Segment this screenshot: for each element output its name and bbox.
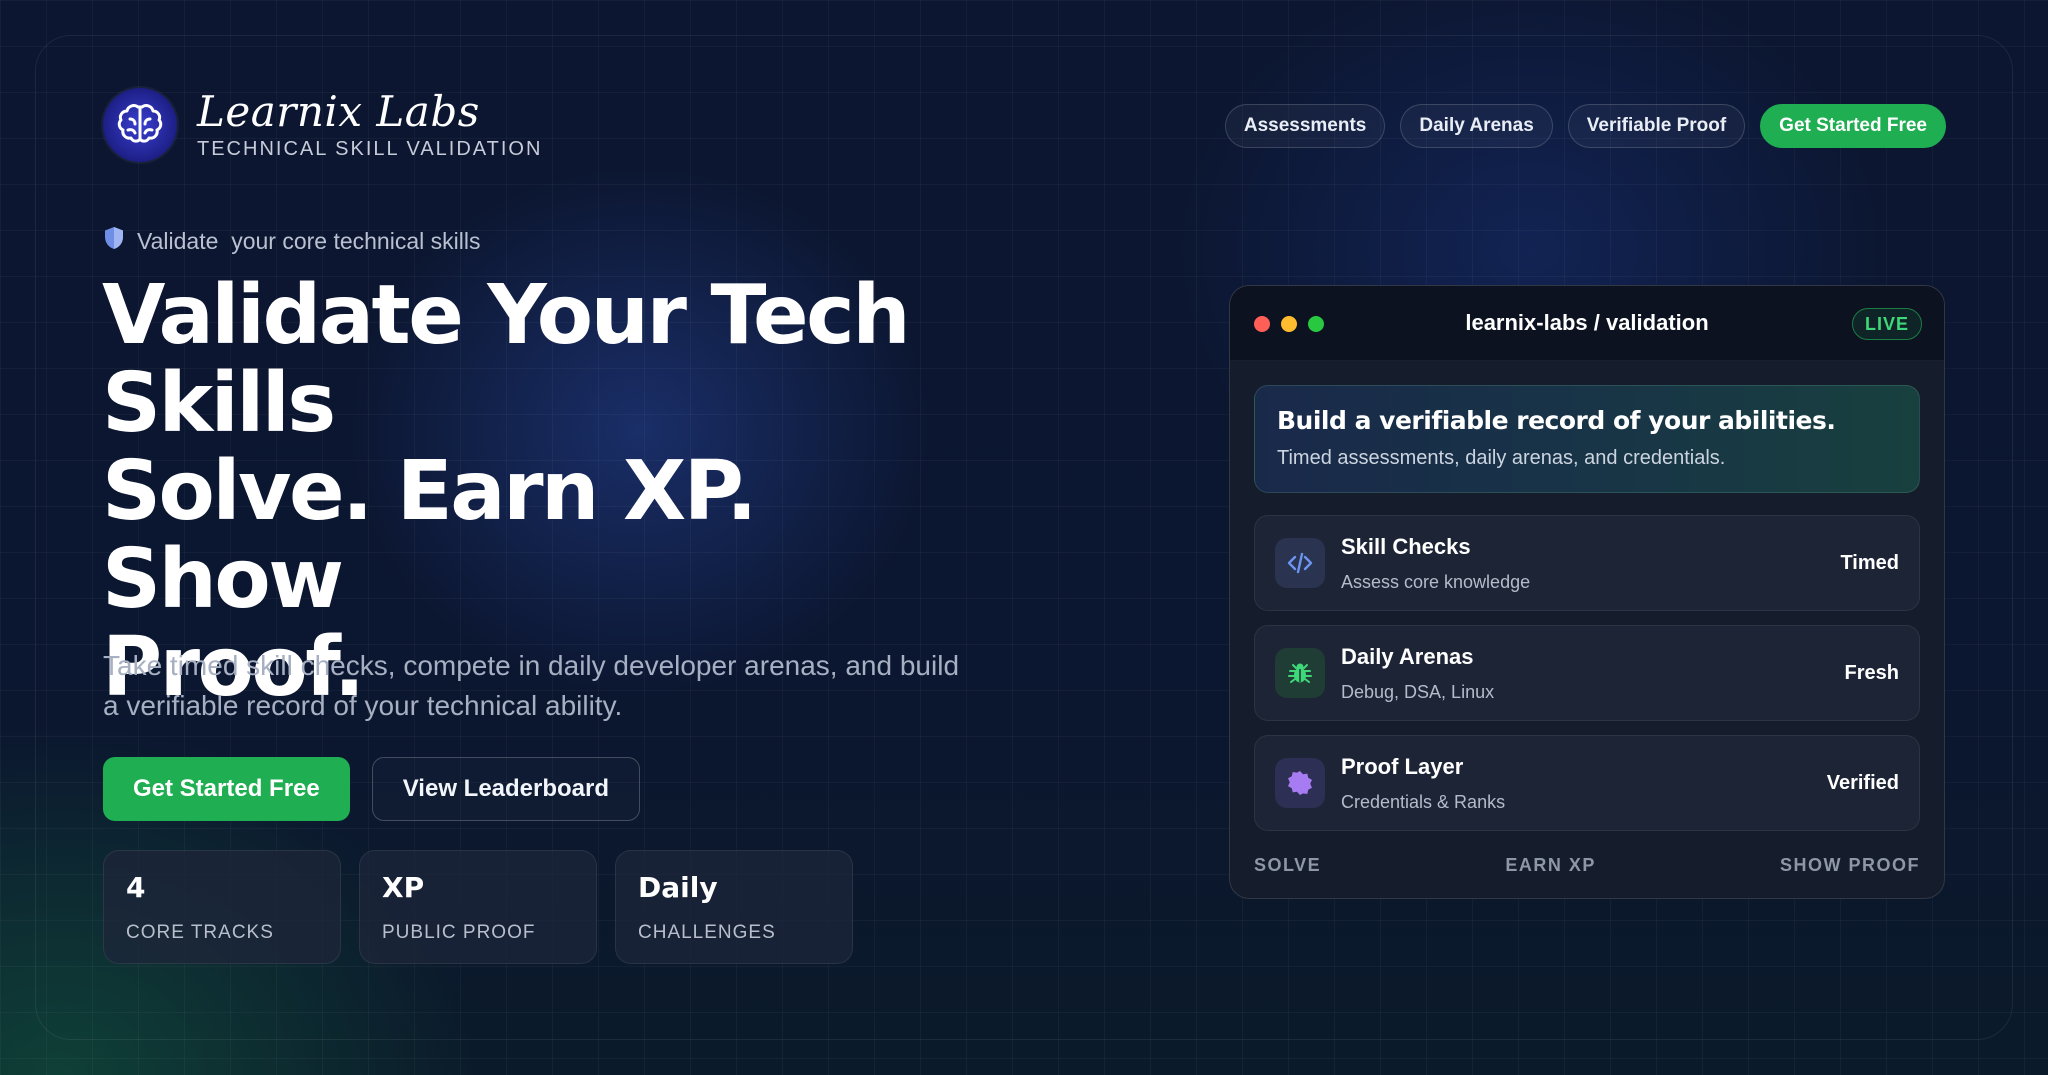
banner-subtitle: Timed assessments, daily arenas, and cre…	[1277, 447, 1726, 469]
brand-name: Learnix Labs	[197, 86, 480, 136]
stat-label: CORE TRACKS	[126, 922, 274, 943]
feature-title: Proof Layer	[1341, 753, 1464, 779]
brand[interactable]: Learnix Labs TECHNICAL SKILL VALIDATION	[103, 88, 542, 162]
validation-window: learnix-labs / validation LIVE Build a v…	[1229, 285, 1945, 899]
nav-verifiable-proof[interactable]: Verifiable Proof	[1567, 104, 1746, 148]
feature-subtitle: Assess core knowledge	[1341, 571, 1531, 592]
top-nav: Assessments Daily Arenas Verifiable Proo…	[1224, 104, 1946, 148]
shield-icon	[103, 226, 125, 256]
hero-title-line: Skills	[102, 356, 336, 451]
view-leaderboard-button[interactable]: View Leaderboard	[371, 757, 641, 821]
window-title: learnix-labs / validation	[1465, 310, 1709, 335]
stat-value: Daily	[638, 871, 718, 904]
hero-cta-row: Get Started Free View Leaderboard	[103, 757, 641, 821]
banner-title: Build a verifiable record of your abilit…	[1277, 406, 1836, 435]
code-icon	[1275, 538, 1325, 588]
hero-eyebrow-text: Validate your core technical skills	[137, 227, 481, 254]
footer-step: SHOW PROOF	[1779, 855, 1920, 875]
feature-tag: Fresh	[1844, 661, 1899, 684]
feature-row-proof-layer[interactable]: Proof Layer Credentials & Ranks Verified	[1254, 735, 1920, 831]
feature-tag: Verified	[1826, 771, 1899, 794]
hero-description: Take timed skill checks, compete in dail…	[103, 650, 960, 721]
brand-tagline: TECHNICAL SKILL VALIDATION	[197, 137, 543, 160]
feature-title: Daily Arenas	[1341, 643, 1474, 669]
nav-daily-arenas[interactable]: Daily Arenas	[1400, 104, 1553, 148]
badge-icon	[1275, 758, 1325, 808]
live-badge: LIVE	[1851, 308, 1922, 340]
feature-list: Skill Checks Assess core knowledge Timed…	[1254, 515, 1920, 831]
stats-row: 4 CORE TRACKS XP PUBLIC PROOF Daily CHAL…	[103, 850, 853, 964]
hero-title-line: Solve. Earn XP. Show	[102, 444, 757, 627]
window-banner: Build a verifiable record of your abilit…	[1254, 385, 1920, 493]
stat-label: CHALLENGES	[638, 922, 776, 943]
stat-card: Daily CHALLENGES	[615, 850, 853, 964]
stat-label: PUBLIC PROOF	[382, 922, 536, 943]
feature-title: Skill Checks	[1341, 533, 1471, 559]
bug-icon	[1275, 648, 1325, 698]
feature-row-skill-checks[interactable]: Skill Checks Assess core knowledge Timed	[1254, 515, 1920, 611]
footer-step: SOLVE	[1254, 855, 1322, 875]
window-titlebar: learnix-labs / validation LIVE	[1230, 286, 1944, 361]
stat-value: 4	[126, 871, 146, 904]
feature-subtitle: Debug, DSA, Linux	[1341, 681, 1495, 702]
window-footer: SOLVE EARN XP SHOW PROOF	[1254, 855, 1920, 876]
stat-card: 4 CORE TRACKS	[103, 850, 341, 964]
feature-tag: Timed	[1840, 551, 1899, 574]
hero-title-line: Validate Your Tech	[102, 268, 911, 363]
nav-assessments[interactable]: Assessments	[1224, 104, 1386, 148]
footer-step: EARN XP	[1505, 855, 1596, 875]
hero-eyebrow: Validate your core technical skills	[103, 226, 480, 256]
get-started-button[interactable]: Get Started Free	[103, 757, 350, 821]
stat-card: XP PUBLIC PROOF	[359, 850, 597, 964]
feature-row-daily-arenas[interactable]: Daily Arenas Debug, DSA, Linux Fresh	[1254, 625, 1920, 721]
feature-subtitle: Credentials & Ranks	[1341, 791, 1506, 812]
brain-icon	[103, 88, 177, 162]
stat-value: XP	[382, 871, 425, 904]
nav-get-started-button[interactable]: Get Started Free	[1760, 104, 1946, 148]
